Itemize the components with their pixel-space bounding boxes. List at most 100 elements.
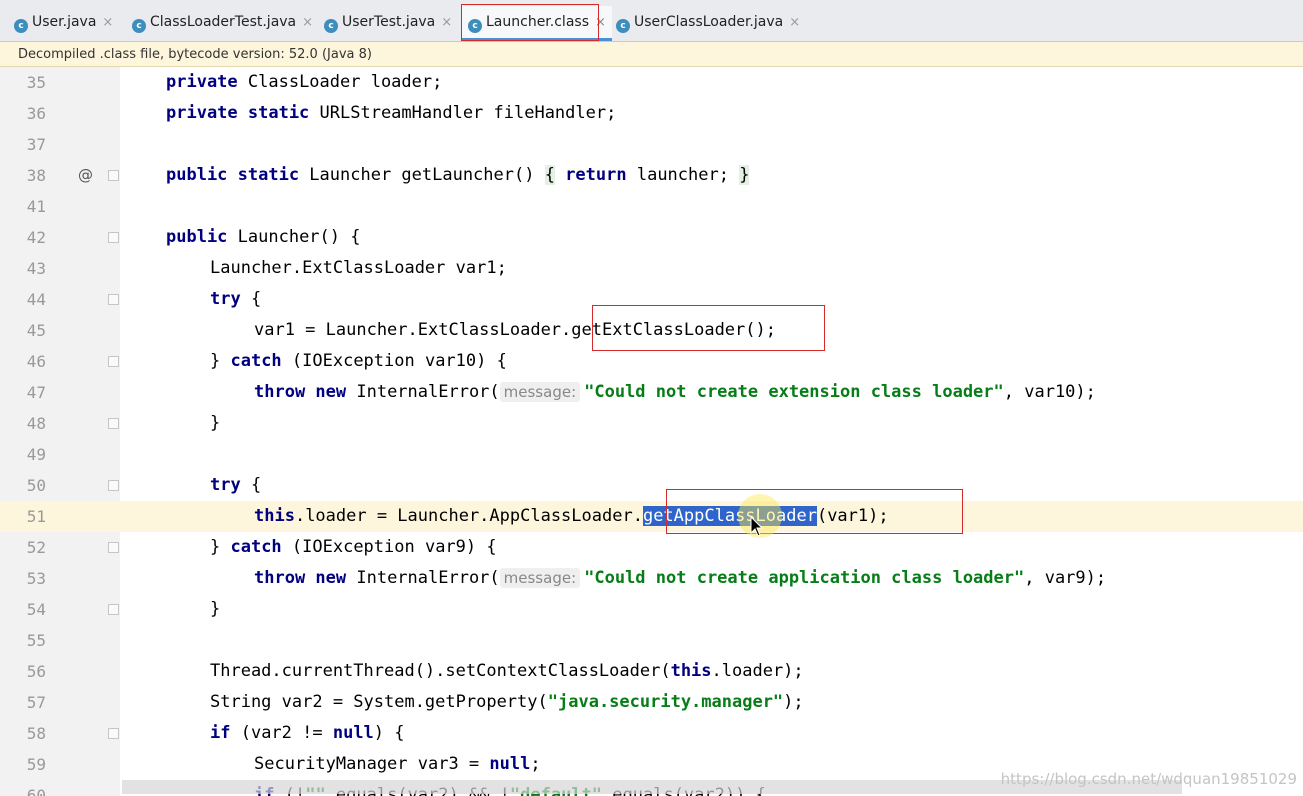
keyword: throw new	[254, 382, 347, 402]
line-number: 44	[26, 290, 46, 309]
code-text: public static Launcher getLauncher() { r…	[166, 160, 750, 191]
string-literal: "java.security.manager"	[547, 692, 784, 712]
code-fragment: launcher;	[626, 165, 740, 185]
code-fragment: URLStreamHandler fileHandler;	[309, 103, 617, 123]
java-class-icon: c	[14, 19, 28, 33]
decompiled-banner: Decompiled .class file, bytecode version…	[0, 42, 1303, 67]
code-fragment: Launcher getLauncher()	[299, 165, 545, 185]
line-number: 41	[26, 197, 46, 216]
line-number: 38	[26, 166, 46, 185]
fold-toggle-icon[interactable]	[108, 542, 119, 553]
code-fragment: {	[240, 289, 262, 309]
fold-toggle-icon[interactable]	[108, 418, 119, 429]
code-fragment: var1 = Launcher.ExtClassLoader.	[254, 320, 572, 340]
code-fragment: (IOException var9) {	[281, 537, 497, 557]
line-number: 37	[26, 135, 46, 154]
keyword: public	[166, 227, 228, 247]
code-line: 54 }	[0, 594, 1303, 625]
line-number: 58	[26, 724, 46, 743]
folded-brace: }	[739, 165, 750, 185]
close-icon[interactable]: ×	[441, 15, 452, 30]
code-text: } catch (IOException var10) {	[210, 346, 507, 377]
editor-tab-bar: c User.java × c ClassLoaderTest.java × c User…	[0, 0, 1303, 42]
code-line: 56 Thread.currentThread().setContextClas…	[0, 656, 1303, 687]
fold-toggle-icon[interactable]	[108, 170, 119, 181]
code-text: throw new InternalError(message: "Could n…	[254, 563, 1106, 594]
fold-toggle-icon[interactable]	[108, 480, 119, 491]
line-number: 47	[26, 383, 46, 402]
tab-usertest-java[interactable]: c UserTest.java ×	[324, 6, 452, 38]
java-class-icon: c	[132, 19, 146, 33]
close-icon[interactable]: ×	[789, 15, 800, 30]
class-file-icon: c	[468, 19, 482, 33]
keyword: catch	[230, 537, 282, 557]
keyword: throw new	[254, 568, 347, 588]
parameter-hint: message:	[499, 382, 581, 402]
line-number: 60	[26, 786, 46, 796]
code-editor[interactable]: 35 private ClassLoader loader; 36 privat…	[0, 67, 1303, 796]
line-number: 57	[26, 693, 46, 712]
line-number: 45	[26, 321, 46, 340]
code-line: 58 if (var2 != null) {	[0, 718, 1303, 749]
code-fragment: String var2 = System.getProperty(	[210, 692, 548, 712]
fold-toggle-icon[interactable]	[108, 356, 119, 367]
keyword: null	[489, 754, 531, 774]
tab-label: ClassLoaderTest.java	[150, 14, 297, 30]
line-number: 53	[26, 569, 46, 588]
tab-label: UserClassLoader.java	[634, 14, 784, 30]
string-literal: "Could not create application class load…	[584, 568, 1025, 588]
code-fragment: ) {	[373, 723, 405, 743]
tab-user-java[interactable]: c User.java ×	[14, 6, 113, 38]
line-number: 42	[26, 228, 46, 247]
line-number: 36	[26, 104, 46, 123]
fold-toggle-icon[interactable]	[108, 604, 119, 615]
code-fragment: .loader);	[711, 661, 804, 681]
code-line: 42 public Launcher() {	[0, 222, 1303, 253]
code-line: 38 @ public static Launcher getLauncher(…	[0, 160, 1303, 191]
code-text: try {	[210, 470, 261, 501]
line-number: 43	[26, 259, 46, 278]
tab-launcher-class[interactable]: c Launcher.class ×	[462, 6, 612, 41]
code-fragment: (var2 !=	[230, 723, 333, 743]
code-line: 57 String var2 = System.getProperty("jav…	[0, 687, 1303, 718]
tab-userclassloader-java[interactable]: c UserClassLoader.java ×	[616, 6, 800, 38]
line-number: 51	[0, 501, 46, 532]
close-icon[interactable]: ×	[102, 15, 113, 30]
code-text: Launcher.ExtClassLoader var1;	[210, 258, 507, 278]
keyword: return	[554, 165, 627, 185]
fold-toggle-icon[interactable]	[108, 728, 119, 739]
code-line: 49	[0, 439, 1303, 470]
code-text: private static URLStreamHandler fileHand…	[166, 98, 616, 129]
code-text: } catch (IOException var9) {	[210, 532, 497, 563]
code-line: 43 Launcher.ExtClassLoader var1;	[0, 253, 1303, 284]
code-text: Thread.currentThread().setContextClassLo…	[210, 656, 804, 687]
selected-text[interactable]: getAppClassLoader	[642, 506, 817, 526]
line-number: 50	[26, 476, 46, 495]
code-line: 48 }	[0, 408, 1303, 439]
line-number: 54	[26, 600, 46, 619]
keyword: null	[332, 723, 374, 743]
folded-brace: {	[544, 165, 555, 185]
code-fragment: , var10);	[1003, 382, 1096, 402]
code-line-current: 51 this.loader = Launcher.AppClassLoader…	[0, 501, 1303, 532]
java-class-icon: c	[324, 19, 338, 33]
code-fragment: (var1);	[816, 506, 889, 526]
code-text: private ClassLoader loader;	[166, 67, 442, 98]
string-literal: "Could not create extension class loader…	[584, 382, 1004, 402]
close-icon[interactable]: ×	[595, 15, 606, 30]
code-line: 45 var1 = Launcher.ExtClassLoader.getExt…	[0, 315, 1303, 346]
close-icon[interactable]: ×	[302, 15, 313, 30]
tab-label: UserTest.java	[342, 14, 436, 30]
override-marker-icon[interactable]: @	[78, 160, 93, 191]
code-line: 35 private ClassLoader loader;	[0, 67, 1303, 98]
method-call: getExtClassLoader();	[571, 320, 776, 340]
code-line: 37	[0, 129, 1303, 160]
fold-toggle-icon[interactable]	[108, 232, 119, 243]
keyword: this	[670, 661, 712, 681]
tab-classloadertest-java[interactable]: c ClassLoaderTest.java ×	[132, 6, 313, 38]
line-number: 46	[26, 352, 46, 371]
tab-label: Launcher.class	[486, 14, 589, 30]
mouse-pointer-icon	[750, 516, 764, 537]
fold-toggle-icon[interactable]	[108, 294, 119, 305]
code-text: try {	[210, 284, 261, 315]
